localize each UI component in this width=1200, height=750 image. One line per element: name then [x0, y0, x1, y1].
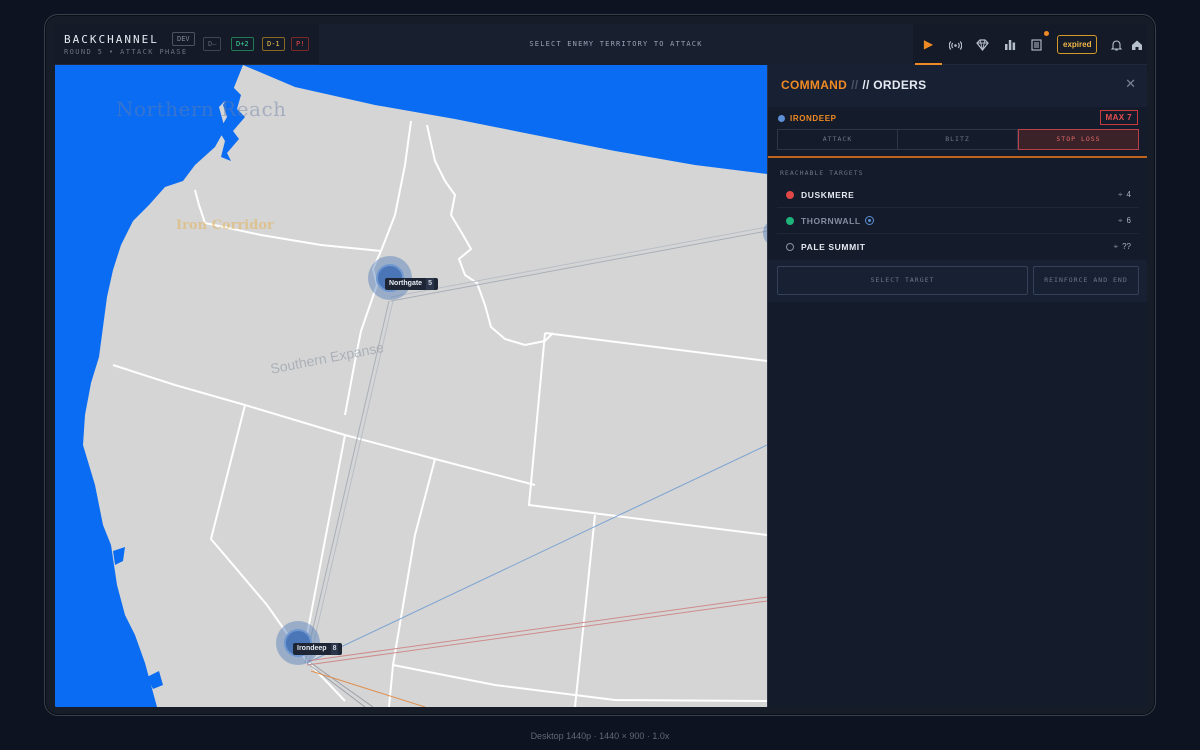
diplomacy-chip-neutral[interactable]: D— [203, 37, 222, 51]
source-territory: IRONDEEP [778, 114, 837, 123]
panel-title: COMMAND//// ORDERS [781, 78, 926, 92]
crosshair-icon: ⌖ [1118, 190, 1123, 199]
home-icon [1131, 40, 1142, 50]
node-tag-northgate[interactable]: Northgate 5 [385, 278, 438, 290]
diplomacy-chip-plus[interactable]: D+2 [231, 37, 254, 51]
notification-dot [1044, 31, 1049, 36]
crosshair-icon: ⌖ [1118, 216, 1123, 225]
territory-map[interactable]: Northern Reach Iron Corridor Southern Ex… [55, 65, 767, 707]
phase-instruction: SELECT ENEMY TERRITORY TO ATTACK [319, 24, 913, 65]
faction-dot-empty [786, 243, 794, 251]
orders-panel: COMMAND//// ORDERS ✕ IRONDEEP MAX 7 ATTA… [767, 65, 1147, 707]
target-troops: ⌖?? [1114, 242, 1131, 252]
tab-attack[interactable]: ATTACK [777, 129, 898, 150]
diamond-button[interactable] [969, 24, 996, 65]
target-name-text: THORNWALL [801, 216, 861, 226]
action-bar: SELECT TARGET REINFORCE AND END [768, 260, 1147, 302]
region-label-iron: Iron Corridor [176, 218, 274, 233]
max-troops-badge: MAX 7 [1099, 110, 1138, 125]
source-name: IRONDEEP [790, 114, 837, 123]
diplomacy-chip-minus[interactable]: D-1 [262, 37, 285, 51]
close-icon[interactable]: ✕ [1125, 76, 1136, 92]
ledger-icon [1031, 38, 1042, 51]
faction-dot [786, 217, 794, 225]
ocean-north [243, 65, 767, 174]
node-name: Northgate [389, 280, 423, 287]
tab-blitz[interactable]: BLITZ [898, 129, 1018, 150]
app-title: BACKCHANNEL [64, 33, 159, 46]
tab-stop-loss[interactable]: STOP LOSS [1018, 129, 1139, 150]
bell-icon [1111, 39, 1122, 51]
node-troops: 8 [330, 643, 339, 655]
play-button[interactable]: ▶ [915, 24, 942, 65]
target-name: DUSKMERE [801, 190, 855, 200]
target-list: DUSKMERE ⌖ 4 THORNWALL ⌖ 6 PALE SUMMIT ⌖?? [777, 182, 1139, 260]
shield-icon [864, 216, 874, 225]
ocean-west [55, 65, 243, 707]
troop-count: 4 [1126, 190, 1131, 199]
section-divider [768, 156, 1147, 158]
panel-title-orders: // ORDERS [862, 78, 927, 92]
target-name: THORNWALL [801, 216, 874, 226]
panel-title-command: COMMAND [781, 78, 848, 92]
signal-icon [949, 41, 962, 50]
coastal-inlet [113, 547, 125, 565]
target-row-pale-summit[interactable]: PALE SUMMIT ⌖?? [777, 234, 1139, 260]
app-screen: BACKCHANNEL ROUND 5 • ATTACK PHASE DEV D… [55, 24, 1147, 707]
target-row-thornwall[interactable]: THORNWALL ⌖ 6 [777, 208, 1139, 234]
viewport-caption: Desktop 1440p · 1440 × 900 · 1.0x [530, 731, 670, 741]
env-badge: DEV [172, 32, 195, 46]
round-phase: ROUND 5 • ATTACK PHASE [64, 48, 188, 56]
node-tag-irondeep[interactable]: Irondeep 8 [293, 643, 343, 655]
target-troops: ⌖ 6 [1118, 216, 1131, 226]
panel-title-separator: // [851, 78, 859, 92]
select-target-button[interactable]: SELECT TARGET [777, 266, 1028, 295]
attack-mode-tabs: ATTACK BLITZ STOP LOSS [777, 129, 1139, 150]
device-frame: BACKCHANNEL ROUND 5 • ATTACK PHASE DEV D… [44, 14, 1156, 716]
play-icon: ▶ [923, 36, 934, 51]
bar-chart-icon [1004, 40, 1015, 50]
top-bar: BACKCHANNEL ROUND 5 • ATTACK PHASE DEV D… [55, 24, 1147, 65]
home-button[interactable] [1123, 24, 1147, 65]
brand: BACKCHANNEL ROUND 5 • ATTACK PHASE [64, 33, 188, 56]
reinforce-and-end-button[interactable]: REINFORCE AND END [1033, 266, 1139, 295]
signal-button[interactable] [942, 24, 969, 65]
target-troops: ⌖ 4 [1118, 190, 1131, 200]
expired-badge[interactable]: expired [1057, 35, 1098, 54]
region-label-north: Northern Reach [116, 97, 287, 121]
pact-alert-chip[interactable]: P! [291, 37, 310, 51]
stats-button[interactable] [996, 24, 1023, 65]
state-borders [112, 120, 767, 707]
node-troops: 5 [426, 278, 434, 290]
reachable-targets-heading: REACHABLE TARGETS [780, 169, 864, 177]
crosshair-icon: ⌖ [1113, 242, 1119, 251]
target-row-duskmere[interactable]: DUSKMERE ⌖ 4 [777, 182, 1139, 208]
supply-routes [304, 226, 767, 707]
faction-dot [786, 191, 794, 199]
map-canvas[interactable] [55, 65, 767, 707]
node-name: Irondeep [297, 645, 327, 652]
toolbar-icons: ▶ expired [913, 24, 1147, 65]
source-color-dot [778, 115, 785, 122]
troop-count: 6 [1126, 216, 1131, 225]
target-name: PALE SUMMIT [801, 242, 866, 252]
panel-header: COMMAND//// ORDERS ✕ [768, 65, 1147, 107]
diamond-icon [976, 38, 989, 51]
troop-count: ?? [1122, 242, 1131, 251]
